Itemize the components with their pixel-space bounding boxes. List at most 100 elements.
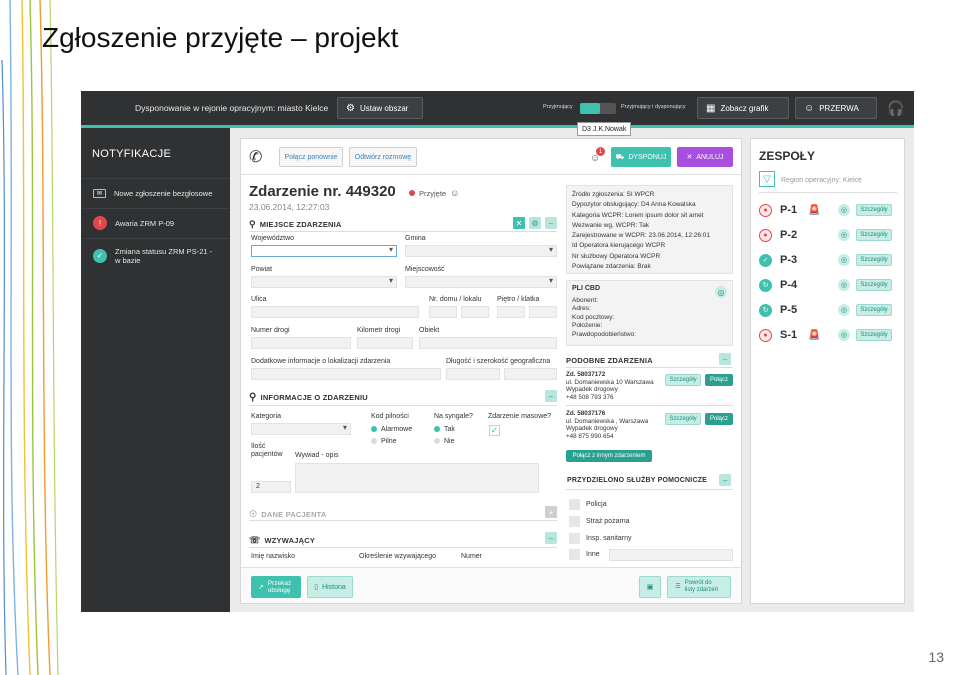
location-header-label: MIEJSCE ZDARZENIA <box>259 220 342 229</box>
signals-option-yes[interactable]: Tak <box>434 426 455 433</box>
team-details-button[interactable]: Szczegóły <box>856 329 892 341</box>
schedule-button[interactable]: ▦ Zobacz grafik <box>697 97 789 119</box>
target-icon[interactable]: ◎ <box>838 254 850 266</box>
road-km-input[interactable] <box>357 337 413 349</box>
house-number-input[interactable] <box>429 306 457 318</box>
reconnect-button[interactable]: Połącz ponownie <box>279 147 343 167</box>
commune-select[interactable] <box>405 245 557 257</box>
urgency-option-alarm[interactable]: Alarmowe <box>371 426 412 433</box>
mass-event-checkbox[interactable]: ✓ <box>489 425 500 436</box>
settings-section-button[interactable]: ⚙ <box>529 217 541 229</box>
target-icon[interactable]: ◎ <box>838 229 850 241</box>
extra-location-label: Dodatkowe informacje o lokalizacji zdarz… <box>251 358 391 365</box>
collapse-event-info-button[interactable]: – <box>545 390 557 402</box>
pli-line: Prawdopodobieństwo: <box>572 330 636 338</box>
back-to-list-button[interactable]: ☰ Powrót do listy zdarzeń <box>667 576 731 598</box>
collapse-location-button[interactable]: – <box>545 217 557 229</box>
patient-section-header: ☉ DANE PACJENTA <box>249 509 327 520</box>
support-checkbox[interactable] <box>569 549 580 560</box>
sidebar-title: NOTYFIKACJE <box>92 148 172 160</box>
status-label: Przyjęte <box>419 188 447 198</box>
voivodeship-select[interactable] <box>251 245 397 257</box>
latitude-input[interactable] <box>504 368 557 380</box>
floor-input[interactable] <box>497 306 525 318</box>
option-label: Nie <box>444 438 455 445</box>
close-section-button[interactable]: ✕ <box>513 217 525 229</box>
interview-textarea[interactable] <box>295 463 539 493</box>
divider <box>249 520 557 521</box>
interview-label: Wywiad - opis <box>295 452 339 459</box>
support-checkbox[interactable] <box>569 516 580 527</box>
collapse-similar-button[interactable]: – <box>719 353 731 365</box>
target-icon[interactable]: ◎ <box>715 286 727 298</box>
join-other-button[interactable]: Połącz z innym zdarzeniem <box>566 450 652 462</box>
schedule-label: Zobacz grafik <box>720 103 769 113</box>
patients-count-label: Ilość pacjentów <box>251 443 283 458</box>
object-input[interactable] <box>419 337 557 349</box>
team-row-p-4: ↻ P-4 ◎ Szczegóły <box>759 276 899 294</box>
headset-icon[interactable]: 🎧 <box>887 100 904 117</box>
target-icon[interactable]: ◎ <box>838 204 850 216</box>
staircase-input[interactable] <box>529 306 557 318</box>
support-section-header: PRZYDZIELONO SŁUŻBY POMOCNICZE <box>567 477 708 484</box>
street-input[interactable] <box>251 306 419 318</box>
support-item-fire: Straż pożarna <box>586 518 630 525</box>
break-button[interactable]: ☺ PRZERWA <box>795 97 877 119</box>
extra-location-input[interactable] <box>251 368 441 380</box>
history-label: Historia <box>322 583 346 591</box>
collapse-caller-button[interactable]: – <box>545 532 557 544</box>
support-other-input[interactable] <box>609 549 733 561</box>
similar-join-button[interactable]: Połącz <box>705 374 733 386</box>
mode-toggle[interactable] <box>580 103 616 114</box>
similar-join-button[interactable]: Połącz <box>705 413 733 425</box>
team-details-button[interactable]: Szczegóły <box>856 229 892 241</box>
similar-type: Wypadek drogowy <box>566 386 618 394</box>
sidebar-item-new-silent[interactable]: ✉ Nowe zgłoszenie bezgłosowe <box>81 178 230 207</box>
locality-select[interactable] <box>405 276 557 288</box>
similar-details-button[interactable]: Szczegóły <box>665 413 701 425</box>
sidebar-item-failure[interactable]: ! Awaria ZRM P-09 <box>81 208 230 237</box>
option-label: Alarmowe <box>381 426 413 433</box>
pli-line: Adres: <box>572 305 591 313</box>
top-bar: Dysponowanie w rejonie opracyjnym: miast… <box>81 91 914 125</box>
target-icon[interactable]: ◎ <box>838 279 850 291</box>
filter-icon[interactable]: ▽ <box>759 171 775 187</box>
county-label: Powiat <box>251 266 273 273</box>
team-details-button[interactable]: Szczegóły <box>856 254 892 266</box>
apartment-number-input[interactable] <box>461 306 489 318</box>
patients-count-input[interactable]: 2 <box>251 481 291 493</box>
road-number-input[interactable] <box>251 337 351 349</box>
support-checkbox[interactable] <box>569 533 580 544</box>
handover-button[interactable]: ↗ Przekaż obsługę <box>251 576 301 598</box>
save-icon[interactable]: ▣ <box>639 576 661 598</box>
collapse-support-button[interactable]: – <box>719 474 731 486</box>
team-details-button[interactable]: Szczegóły <box>856 304 892 316</box>
team-name: P-1 <box>780 204 798 216</box>
incident-toolbar: ✆ Połącz ponownie Odtwórz rozmowę D3 J.K… <box>241 122 741 175</box>
divider <box>566 405 733 406</box>
signals-option-no[interactable]: Nie <box>434 438 455 445</box>
set-area-button[interactable]: ⚙ Ustaw obszar <box>337 97 423 119</box>
dispatch-button[interactable]: ⛟ DYSPONUJ <box>611 147 671 167</box>
urgency-option-urgent[interactable]: Pilne <box>371 438 397 445</box>
longitude-input[interactable] <box>446 368 500 380</box>
expand-patient-button[interactable]: + <box>545 506 557 518</box>
road-number-label: Numer drogi <box>251 327 290 334</box>
sidebar-item-status-change[interactable]: ✓ Zmiana statusu ZRM PS-21 - w bazie <box>81 238 230 272</box>
cancel-button[interactable]: ✕ ANULUJ <box>677 147 733 167</box>
similar-details-button[interactable]: Szczegóły <box>665 374 701 386</box>
target-icon[interactable]: ◎ <box>838 304 850 316</box>
team-details-button[interactable]: Szczegóły <box>856 279 892 291</box>
county-select[interactable] <box>251 276 397 288</box>
object-label: Obiekt <box>419 327 440 334</box>
support-checkbox[interactable] <box>569 499 580 510</box>
share-icon: ↗ <box>258 583 264 591</box>
category-select[interactable] <box>251 423 351 435</box>
team-details-button[interactable]: Szczegóły <box>856 204 892 216</box>
phone-icon[interactable]: ✆ <box>249 147 262 167</box>
target-icon[interactable]: ◎ <box>838 329 850 341</box>
play-call-button[interactable]: Odtwórz rozmowę <box>349 147 417 167</box>
history-button[interactable]: ▯ Historia <box>307 576 353 598</box>
support-item-other: Inne <box>586 551 600 558</box>
incident-bottom-bar: ↗ Przekaż obsługę ▯ Historia ▣ ☰ Powrót … <box>241 567 741 603</box>
